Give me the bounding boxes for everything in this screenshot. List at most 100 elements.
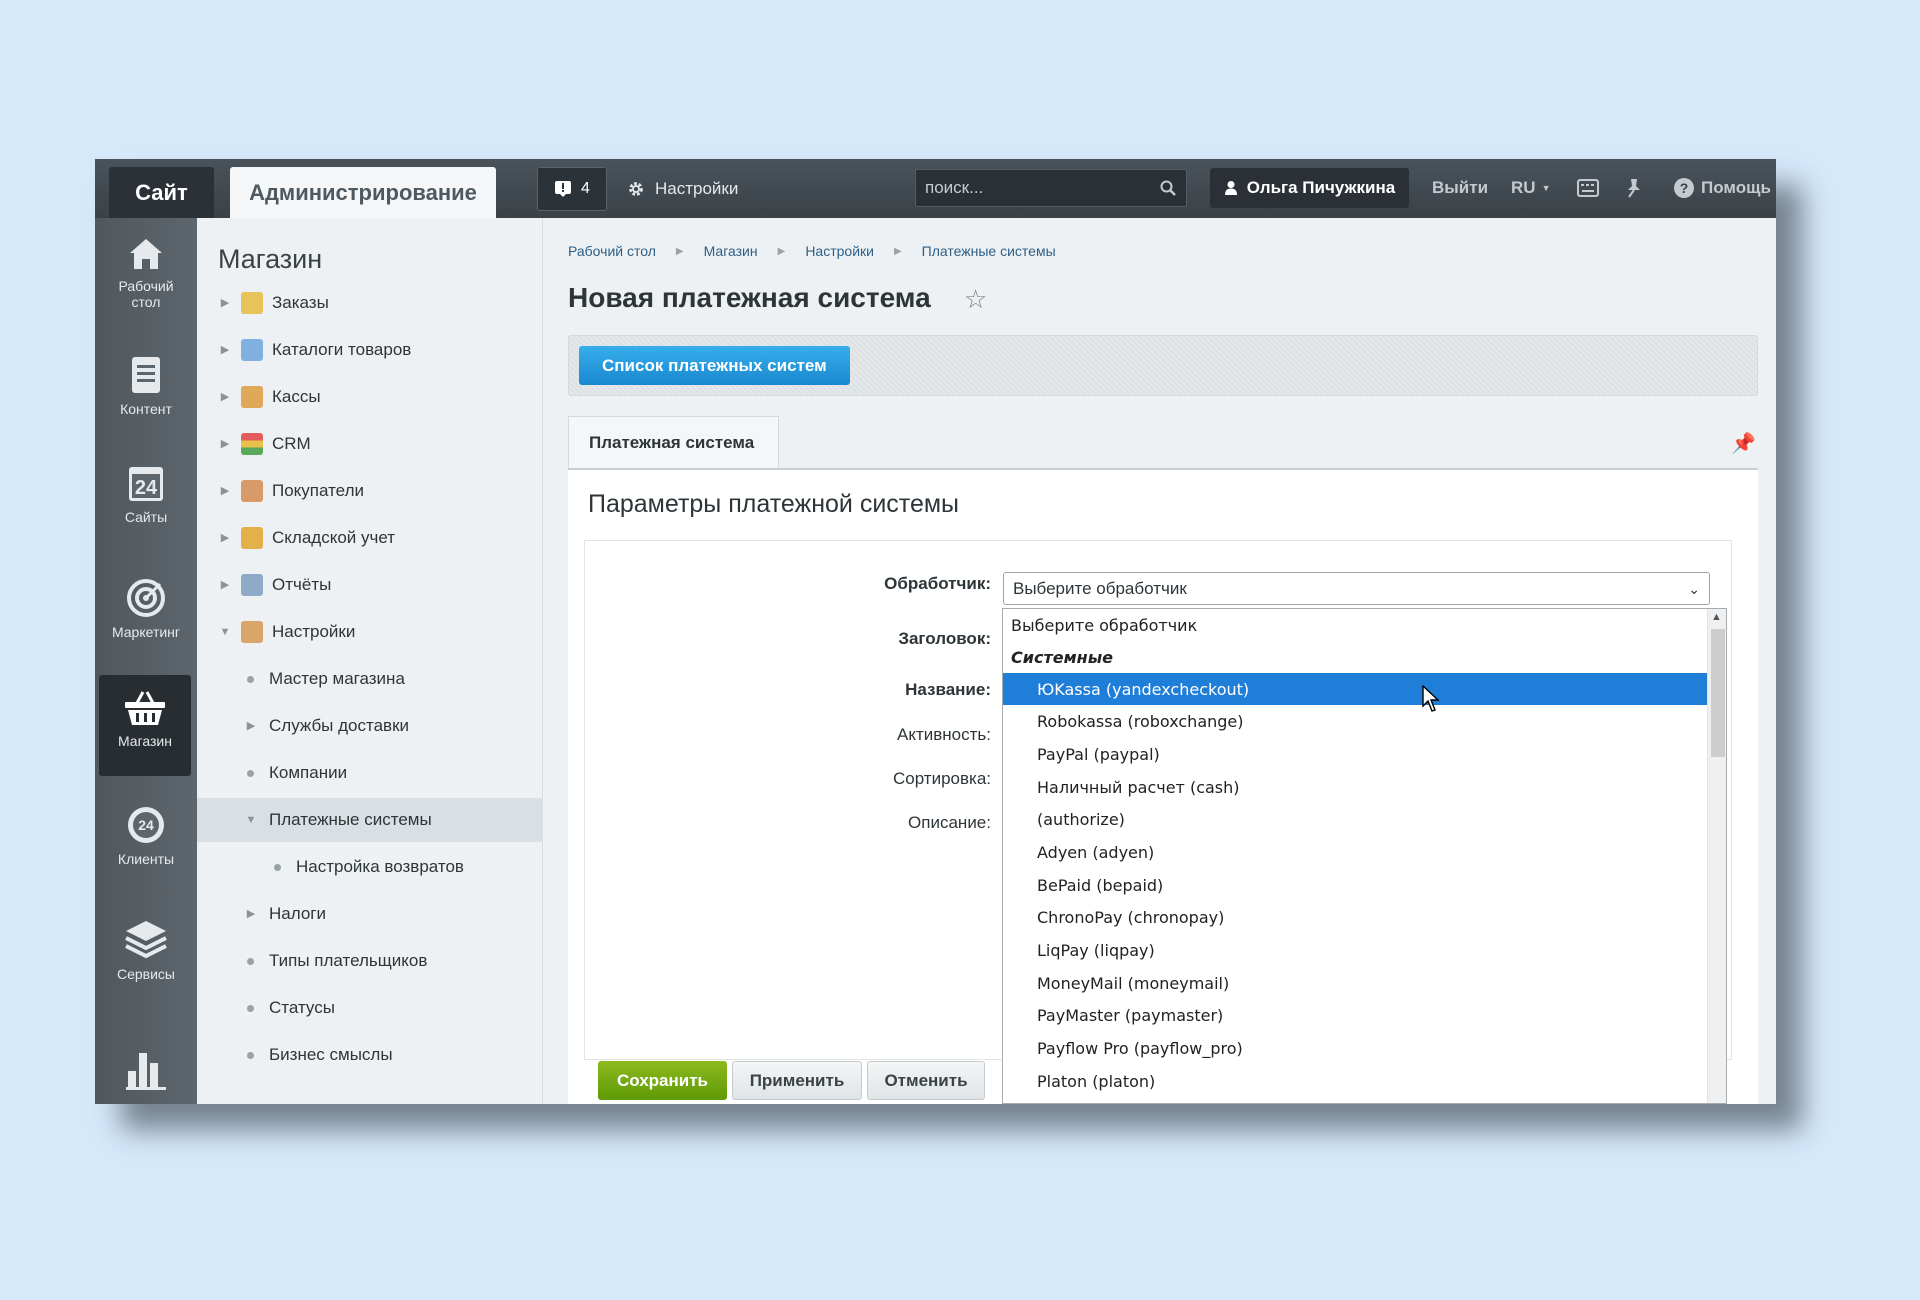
- menu-analytics[interactable]: [95, 1049, 197, 1097]
- save-button[interactable]: Сохранить: [598, 1061, 727, 1100]
- sidebar-item-cash[interactable]: ▶ Кассы: [197, 375, 542, 419]
- sidebar-item-taxes[interactable]: ▶ Налоги: [197, 892, 542, 936]
- section-title: Параметры платежной системы: [588, 490, 960, 518]
- sidebar-item-label: Статусы: [269, 998, 335, 1017]
- handler-dropdown-list: Выберите обработчик Системные ЮKassa (ya…: [1002, 608, 1727, 1104]
- menu-clients-label: Клиенты: [117, 851, 175, 867]
- handler-select[interactable]: Выберите обработчик ⌄: [1003, 572, 1710, 605]
- sidebar-item-label: Налоги: [269, 904, 326, 923]
- tab-payment-system[interactable]: Платежная система: [568, 416, 779, 469]
- sidebar-item-label: Покупатели: [272, 481, 364, 500]
- sidebar-item-catalogs[interactable]: ▶ Каталоги товаров: [197, 328, 542, 372]
- dropdown-option[interactable]: LiqPay (liqpay): [1003, 934, 1707, 966]
- breadcrumb-link[interactable]: Настройки: [805, 243, 874, 259]
- site-tab[interactable]: Сайт: [109, 167, 214, 218]
- notifications-button[interactable]: 4: [537, 167, 607, 211]
- dropdown-option[interactable]: Robokassa (roboxchange): [1003, 705, 1707, 737]
- breadcrumb-link[interactable]: Магазин: [704, 243, 758, 259]
- pin-icon[interactable]: [1625, 168, 1643, 208]
- handler-select-value: Выберите обработчик: [1013, 578, 1187, 598]
- sidebar-item-business-meanings[interactable]: Бизнес смыслы: [197, 1033, 542, 1077]
- dropdown-option[interactable]: PayMaster (paymaster): [1003, 999, 1707, 1031]
- notification-icon: [555, 181, 572, 197]
- orders-icon: [241, 292, 263, 314]
- gear-icon: [629, 182, 643, 196]
- dropdown-option[interactable]: Platon (platon): [1003, 1065, 1707, 1097]
- dropdown-group-label: Системные: [1011, 647, 1114, 667]
- bullet-icon: [247, 957, 254, 965]
- help-label: Помощь: [1701, 178, 1771, 197]
- search-input[interactable]: [925, 178, 1159, 198]
- logout-link[interactable]: Выйти: [1432, 168, 1488, 208]
- dropdown-option[interactable]: (authorize): [1003, 803, 1707, 835]
- dropdown-option[interactable]: MoneyMail (moneymail): [1003, 967, 1707, 999]
- dropdown-option[interactable]: Наличный расчет (cash): [1003, 771, 1707, 803]
- sidebar-title: Магазин: [218, 244, 323, 274]
- language-label: RU: [1511, 178, 1536, 197]
- breadcrumb-link[interactable]: Рабочий стол: [568, 243, 656, 259]
- menu-content[interactable]: Контент: [95, 355, 197, 417]
- menu-services[interactable]: Сервисы: [95, 918, 197, 982]
- caret-down-icon: ▼: [1541, 183, 1551, 193]
- settings-link[interactable]: Настройки: [627, 167, 738, 211]
- customers-icon: [241, 480, 263, 502]
- help-icon: ?: [1674, 178, 1694, 198]
- payment-systems-list-button[interactable]: Список платежных систем: [579, 346, 850, 385]
- expand-arrow-icon[interactable]: ▶: [219, 297, 231, 309]
- dropdown-option[interactable]: Выберите обработчик: [1003, 609, 1707, 641]
- warehouse-icon: [241, 527, 263, 549]
- sidebar-item-orders[interactable]: ▶ Заказы: [197, 281, 542, 325]
- user-menu[interactable]: Ольга Пичужкина: [1210, 168, 1409, 208]
- active-label: Активность:: [897, 725, 991, 744]
- sidebar-item-label: Каталоги товаров: [272, 340, 412, 359]
- pin-icon[interactable]: 📌: [1731, 431, 1756, 456]
- sidebar-item-warehouse[interactable]: ▶ Складской учет: [197, 516, 542, 560]
- expand-arrow-icon[interactable]: ▶: [219, 344, 231, 356]
- sidebar-item-refund-settings[interactable]: Настройка возвратов: [197, 845, 542, 889]
- keyboard-icon[interactable]: [1577, 168, 1599, 208]
- favorite-star-icon[interactable]: ☆: [964, 284, 987, 315]
- chevron-down-icon: ⌄: [1688, 581, 1700, 597]
- sidebar-item-label: Типы плательщиков: [269, 951, 428, 970]
- svg-text:?: ?: [1680, 180, 1689, 196]
- breadcrumb-link[interactable]: Платежные системы: [922, 243, 1056, 259]
- user-icon: [1224, 181, 1237, 195]
- sidebar-item-statuses[interactable]: Статусы: [197, 986, 542, 1030]
- help-link[interactable]: ? Помощь: [1673, 168, 1771, 208]
- apply-button[interactable]: Применить: [732, 1061, 862, 1100]
- folder-icon: [241, 339, 263, 361]
- dropdown-option-selected[interactable]: ЮKassa (yandexcheckout): [1003, 673, 1707, 705]
- dropdown-option[interactable]: BePaid (bepaid): [1003, 869, 1707, 901]
- expand-arrow-icon[interactable]: ▶: [219, 438, 231, 450]
- admin-tab[interactable]: Администрирование: [230, 167, 496, 218]
- sidebar-item-customers[interactable]: ▶ Покупатели: [197, 469, 542, 513]
- sidebar-item-label: Бизнес смыслы: [269, 1045, 393, 1064]
- sidebar-item-label: Кассы: [272, 387, 321, 406]
- user-name: Ольга Пичужкина: [1246, 178, 1396, 197]
- language-switch[interactable]: RU ▼: [1511, 168, 1550, 208]
- bullet-icon: [247, 1004, 254, 1012]
- scrollbar-thumb[interactable]: [1711, 629, 1725, 757]
- dropdown-option[interactable]: Payflow Pro (payflow_pro): [1003, 1032, 1707, 1064]
- cancel-button[interactable]: Отменить: [867, 1061, 985, 1100]
- calendar-24-icon: 24: [129, 467, 163, 501]
- sort-label: Сортировка:: [892, 769, 991, 788]
- menu-sites[interactable]: 24 Сайты: [95, 463, 197, 525]
- dropdown-scrollbar[interactable]: ▲: [1707, 609, 1726, 1103]
- sidebar-item-payer-types[interactable]: Типы плательщиков: [197, 939, 542, 983]
- menu-sites-label: Сайты: [124, 509, 168, 525]
- dropdown-option[interactable]: Adyen (adyen): [1003, 836, 1707, 868]
- expand-arrow-icon[interactable]: ▶: [219, 532, 231, 544]
- dropdown-option[interactable]: PayPal (paypal): [1003, 738, 1707, 770]
- menu-desktop[interactable]: Рабочий стол: [95, 236, 197, 310]
- expand-arrow-icon[interactable]: ▶: [219, 391, 231, 403]
- expand-arrow-icon[interactable]: ▶: [219, 485, 231, 497]
- sidebar-item-crm[interactable]: ▶ CRM: [197, 422, 542, 466]
- scroll-up-icon[interactable]: ▲: [1711, 611, 1722, 623]
- search-icon[interactable]: [1159, 179, 1177, 197]
- expand-arrow-icon[interactable]: ▶: [245, 908, 257, 920]
- dropdown-option[interactable]: ChronoPay (chronopay): [1003, 901, 1707, 933]
- cash-register-icon: [241, 386, 263, 408]
- chart-bars-icon: [126, 1053, 166, 1090]
- breadcrumb-arrow-icon: ▶: [893, 245, 902, 257]
